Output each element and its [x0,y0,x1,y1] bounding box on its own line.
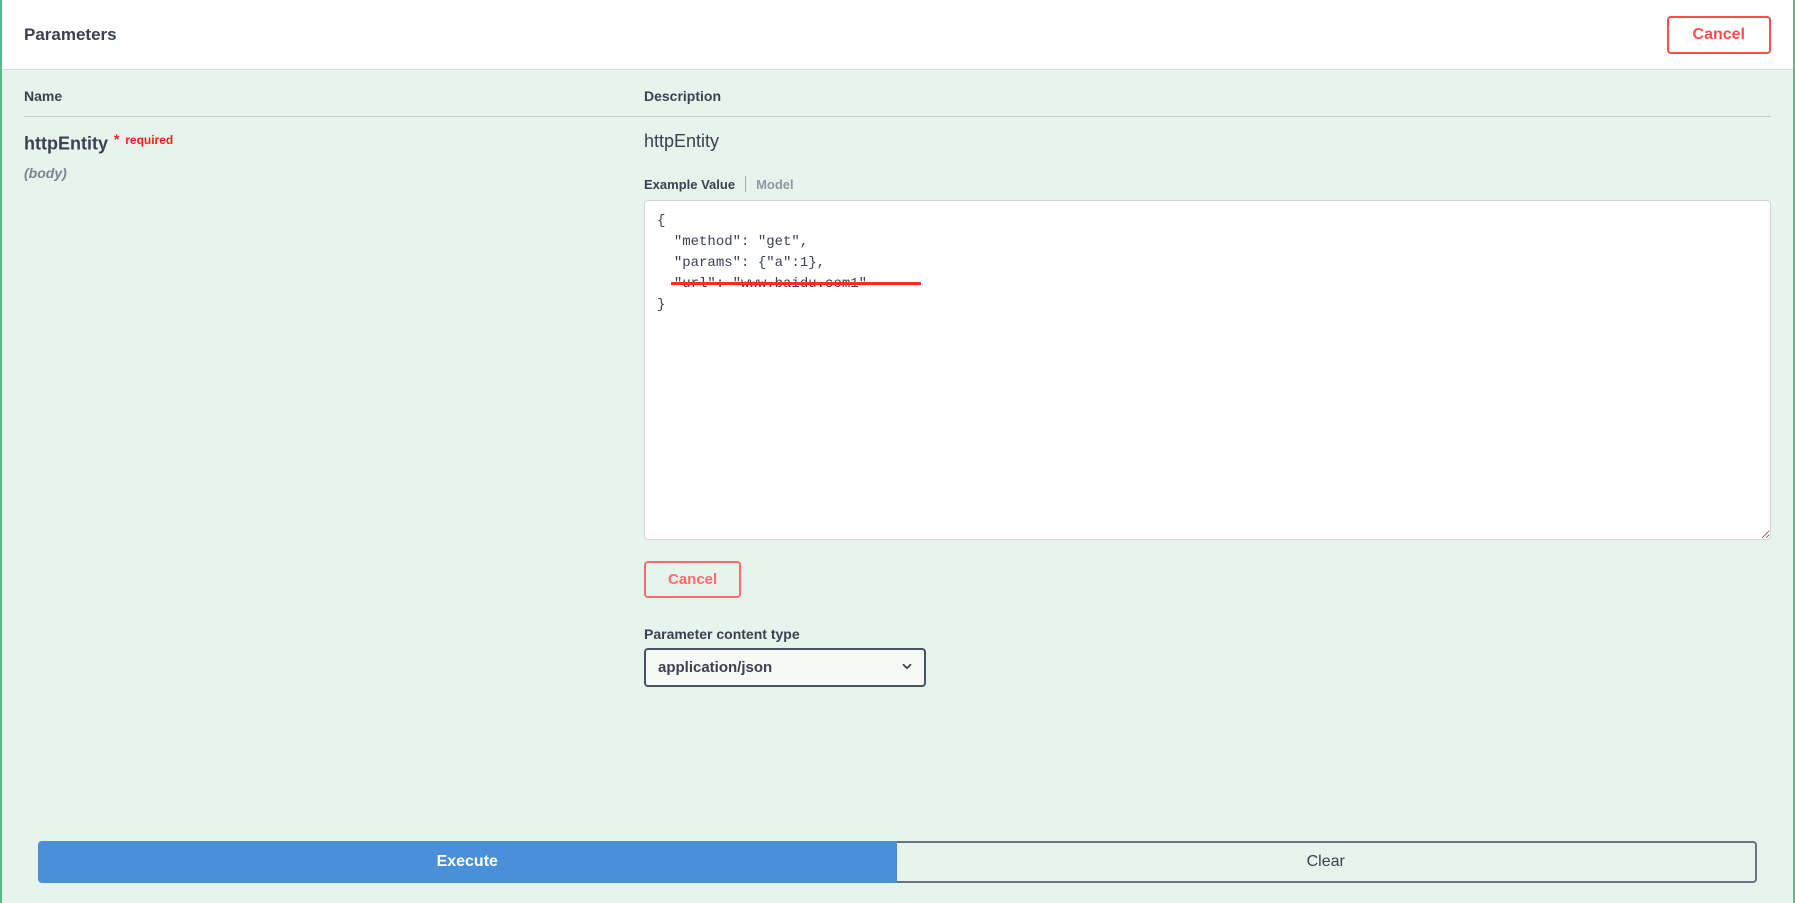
body-tabs: Example Value Model [644,176,1771,192]
content-type-select-wrap: application/json [644,648,926,687]
parameters-title: Parameters [24,25,117,45]
tab-model[interactable]: Model [756,177,794,192]
param-description: httpEntity [644,131,1771,152]
cancel-button-top[interactable]: Cancel [1667,16,1771,54]
param-in-label: (body) [24,165,644,181]
parameters-header: Parameters Cancel [2,0,1793,70]
column-name-header: Name [24,88,644,104]
content-type-label: Parameter content type [644,626,1771,642]
required-label: required [125,133,173,147]
cancel-button-body[interactable]: Cancel [644,561,741,598]
body-editor-wrap [644,200,1771,543]
action-bar: Execute Clear [38,841,1757,883]
parameters-table: Name Description httpEntity * required (… [2,70,1793,687]
content-type-select[interactable]: application/json [644,648,926,687]
param-name: httpEntity [24,134,108,154]
param-description-cell: httpEntity Example Value Model Cancel Pa… [644,131,1771,687]
tab-example-value[interactable]: Example Value [644,177,745,192]
execute-button[interactable]: Execute [38,841,897,883]
param-name-cell: httpEntity * required (body) [24,131,644,687]
clear-button[interactable]: Clear [897,841,1758,883]
table-row: httpEntity * required (body) httpEntity … [24,117,1771,687]
tab-divider [745,176,746,192]
table-header-row: Name Description [24,70,1771,117]
body-textarea[interactable] [644,200,1771,540]
column-description-header: Description [644,88,1771,104]
required-star-icon: * [114,131,119,147]
